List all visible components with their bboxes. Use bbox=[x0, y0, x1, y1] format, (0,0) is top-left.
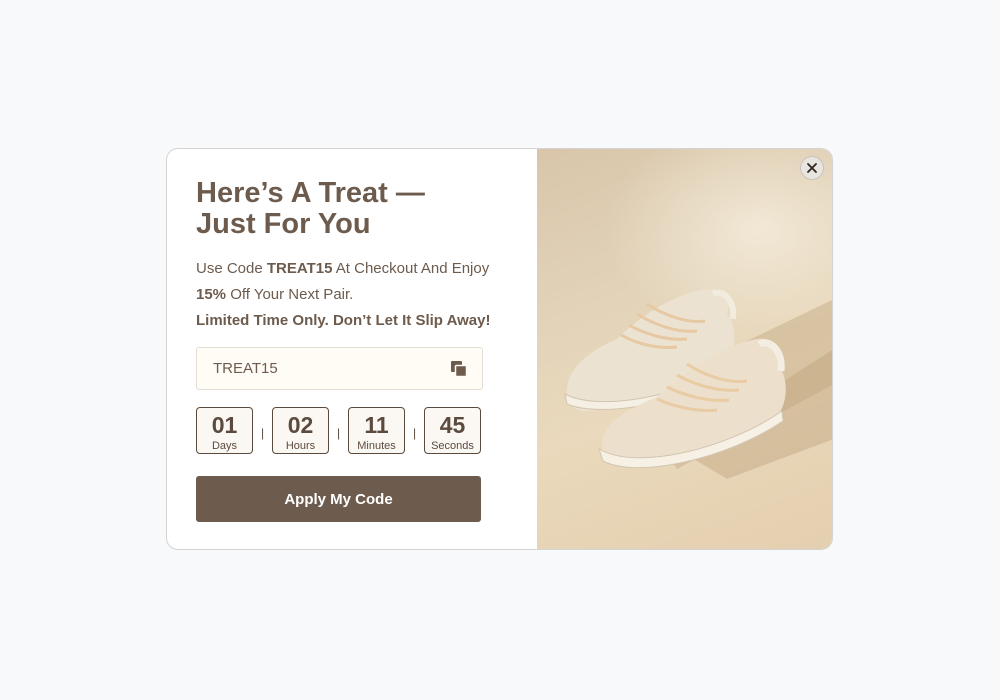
countdown-seconds: 45 Seconds bbox=[424, 407, 481, 454]
countdown-timer: 01 Days | 02 Hours | 11 Minutes | 45 Sec… bbox=[196, 407, 481, 454]
headline-line-1: Here’s A Treat — bbox=[196, 177, 425, 209]
countdown-days: 01 Days bbox=[196, 407, 253, 454]
countdown-separator: | bbox=[336, 425, 341, 440]
desc-use-code: Use Code bbox=[196, 260, 267, 277]
countdown-seconds-value: 45 bbox=[439, 412, 466, 438]
countdown-hours: 02 Hours bbox=[272, 407, 329, 454]
desc-code: TREAT15 bbox=[266, 260, 333, 277]
desc-at-checkout: At Checkout And Enjoy bbox=[332, 260, 490, 277]
close-icon bbox=[807, 163, 817, 173]
countdown-days-value: 01 bbox=[211, 412, 238, 438]
countdown-seconds-label: Seconds bbox=[431, 440, 474, 452]
countdown-hours-value: 02 bbox=[287, 412, 314, 438]
countdown-days-label: Days bbox=[211, 440, 238, 452]
description-line-2: 15% Off Your Next Pair. bbox=[196, 282, 537, 308]
promo-headline: Here’s A Treat — Just For You bbox=[196, 178, 496, 240]
sneakers-image bbox=[564, 289, 832, 479]
description-urgency: Limited Time Only. Don’t Let It Slip Awa… bbox=[196, 312, 491, 329]
close-button[interactable] bbox=[800, 156, 824, 180]
description-line-1: Use Code TREAT15 At Checkout And Enjoy bbox=[196, 256, 537, 282]
desc-percent: 15% bbox=[196, 286, 227, 303]
desc-off: Off Your Next Pair. bbox=[226, 286, 354, 303]
product-image bbox=[537, 149, 832, 549]
promo-code-value: TREAT15 bbox=[213, 360, 278, 377]
promo-content: Here’s A Treat — Just For You Use Code T… bbox=[167, 149, 537, 549]
countdown-minutes-label: Minutes bbox=[357, 440, 396, 452]
copy-icon[interactable] bbox=[450, 360, 468, 378]
countdown-hours-label: Hours bbox=[285, 440, 316, 452]
promo-description: Use Code TREAT15 At Checkout And Enjoy 1… bbox=[196, 256, 537, 334]
apply-code-button[interactable]: Apply My Code bbox=[196, 476, 481, 522]
countdown-separator: | bbox=[412, 425, 417, 440]
countdown-minutes-value: 11 bbox=[364, 412, 389, 438]
promo-modal: Here’s A Treat — Just For You Use Code T… bbox=[166, 148, 833, 550]
promo-code-field[interactable]: TREAT15 bbox=[196, 347, 483, 390]
page: Here’s A Treat — Just For You Use Code T… bbox=[0, 0, 1000, 700]
countdown-separator: | bbox=[260, 425, 265, 440]
countdown-minutes: 11 Minutes bbox=[348, 407, 405, 454]
headline-line-2: Just For You bbox=[196, 208, 371, 240]
